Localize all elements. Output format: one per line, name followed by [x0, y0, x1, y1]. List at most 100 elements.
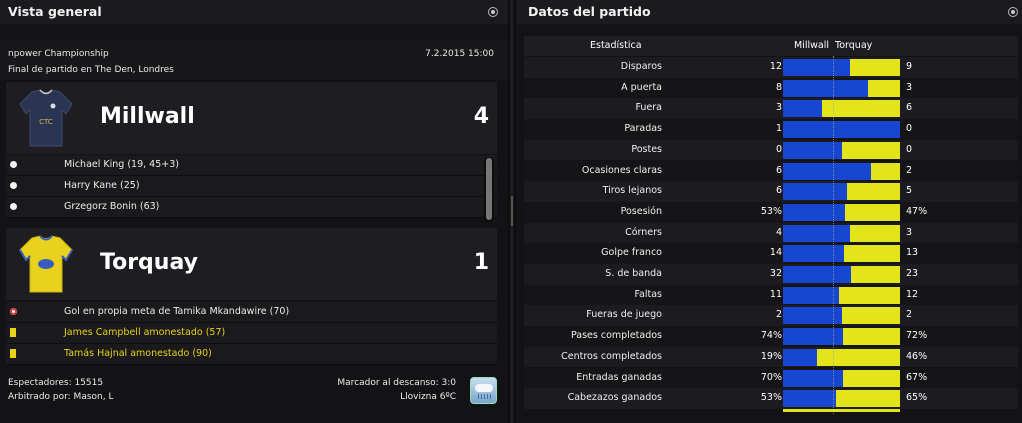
away-team-row[interactable]: Torquay 1 [6, 228, 497, 300]
stats-header: Estadística Millwall Torquay [524, 36, 1018, 56]
match-stats-panel: Datos del partido Estadística Millwall T… [516, 0, 1022, 423]
stat-row: Pases completados 74% 72% [524, 326, 1018, 347]
panel-splitter[interactable] [508, 0, 516, 423]
stat-label: Disparos [620, 61, 662, 72]
away-shirt-icon [19, 235, 73, 293]
stat-comparison-bar [783, 121, 900, 139]
stat-row: Golpe franco 14 13 [524, 243, 1018, 264]
panel-options-icon[interactable] [488, 7, 498, 17]
own-goal-ball-icon [10, 308, 17, 315]
home-team-row[interactable]: CTC Millwall 4 [6, 82, 497, 154]
stat-label: Entradas ganadas [576, 371, 662, 383]
drizzle-icon [470, 377, 497, 404]
home-share-fill [783, 266, 851, 283]
stat-row: Postes 0 0 [524, 139, 1018, 161]
away-stat-value: 0 [906, 123, 913, 135]
stat-label: Córners [625, 226, 662, 238]
stat-comparison-bar [783, 224, 900, 242]
stat-comparison-bar [783, 266, 900, 283]
home-stat-value: 53% [760, 392, 782, 404]
stat-comparison-bar [783, 141, 900, 159]
home-share-fill [783, 79, 869, 97]
away-team-name[interactable]: Torquay [100, 250, 198, 275]
home-share-fill [783, 162, 871, 180]
event-row[interactable]: Gol en propia meta de Tamika Mkandawire … [6, 302, 497, 323]
home-stat-value: 53% [760, 205, 782, 217]
teams-column-header: Millwall Torquay [794, 40, 873, 51]
stat-row: Córners 4 3 [524, 222, 1018, 244]
away-stat-value: 9 [906, 61, 913, 72]
home-share-fill [783, 121, 900, 139]
stat-comparison-bar [783, 59, 900, 76]
home-stat-value: 12 [769, 61, 782, 72]
weather-label: Llovizna 6ºC [400, 392, 456, 402]
stat-row: Tiros lejanos 6 5 [524, 181, 1018, 202]
away-stat-value: 2 [906, 164, 913, 176]
away-stat-value: 3 [906, 81, 913, 93]
event-row[interactable]: Tamás Hajnal amonestado (90) [6, 344, 497, 365]
away-stat-value: 0 [906, 143, 913, 155]
stat-row: Cabezazos ganados 53% 65% [524, 388, 1018, 409]
home-stat-value: 6 [775, 164, 782, 176]
match-datetime: 7.2.2015 15:00 [425, 49, 494, 59]
events-scrollbar-thumb[interactable] [486, 158, 492, 220]
stat-comparison-bar [783, 348, 900, 366]
stat-row: Fueras de juego 2 2 [524, 305, 1018, 327]
stat-row: Centros completados 19% 46% [524, 346, 1018, 368]
away-stat-value: 12 [906, 288, 919, 300]
event-row[interactable]: Harry Kane (25) [6, 176, 497, 197]
event-text: Tamás Hajnal amonestado (90) [64, 348, 212, 359]
away-stat-value: 47% [906, 205, 928, 217]
home-stat-value: 2 [775, 309, 782, 321]
home-share-fill [783, 224, 850, 242]
stat-comparison-bar [783, 79, 900, 97]
away-stat-value: 67% [906, 371, 928, 383]
stats-title: Datos del partido [516, 0, 1022, 24]
panel-options-icon[interactable] [1008, 7, 1018, 17]
event-row[interactable]: Michael King (19, 45+3) [6, 155, 497, 176]
stat-comparison-bar [783, 286, 900, 304]
home-stat-value: 74% [760, 330, 782, 342]
partial-next-bar [783, 409, 900, 412]
home-share-fill [783, 203, 845, 221]
stat-row: Ocasiones claras 6 2 [524, 160, 1018, 182]
stat-label: Postes [631, 143, 662, 155]
home-share-fill [783, 286, 840, 304]
event-text: Gol en propia meta de Tamika Mkandawire … [64, 306, 290, 317]
home-stat-value: 3 [775, 102, 782, 114]
away-stat-value: 5 [906, 185, 913, 197]
away-stat-value: 6 [906, 102, 913, 114]
home-stat-value: 8 [775, 81, 782, 93]
stat-column-header: Estadística [590, 40, 642, 51]
stat-label: Ocasiones claras [581, 164, 662, 176]
stat-label: Fuera [635, 102, 662, 114]
stat-row: Posesión 53% 47% [524, 201, 1018, 223]
stat-label: Paradas [624, 123, 662, 135]
stat-row: Entradas ganadas 70% 67% [524, 367, 1018, 389]
stat-label: Pases completados [570, 330, 662, 342]
event-text: Michael King (19, 45+3) [64, 159, 179, 170]
match-header: npower Championship 7.2.2015 15:00 Final… [0, 40, 508, 80]
home-score: 4 [473, 104, 489, 129]
stat-label: S. de banda [605, 268, 662, 279]
stat-row: S. de banda 32 23 [524, 264, 1018, 285]
home-stat-value: 1 [775, 123, 782, 135]
event-row[interactable]: Grzegorz Bonin (63) [6, 197, 497, 218]
home-team-name[interactable]: Millwall [100, 104, 195, 129]
stat-label: Posesión [620, 205, 662, 217]
stat-comparison-bar [783, 369, 900, 387]
overview-panel: Vista general npower Championship 7.2.20… [0, 0, 508, 423]
away-stat-value: 46% [906, 350, 928, 362]
away-events-list: Gol en propia meta de Tamika Mkandawire … [6, 302, 497, 365]
home-stat-value: 32 [769, 268, 782, 279]
home-stat-value: 14 [769, 247, 782, 259]
home-stat-value: 11 [769, 288, 782, 300]
home-share-fill [783, 100, 822, 118]
referee-label: Arbitrado por: Mason, L [8, 392, 114, 402]
away-stat-value: 72% [906, 330, 928, 342]
away-stat-value: 23 [906, 268, 919, 279]
stat-row: Faltas 11 12 [524, 284, 1018, 306]
stat-row: A puerta 8 3 [524, 77, 1018, 99]
event-row[interactable]: James Campbell amonestado (57) [6, 323, 497, 344]
stat-row: Fuera 3 6 [524, 98, 1018, 120]
